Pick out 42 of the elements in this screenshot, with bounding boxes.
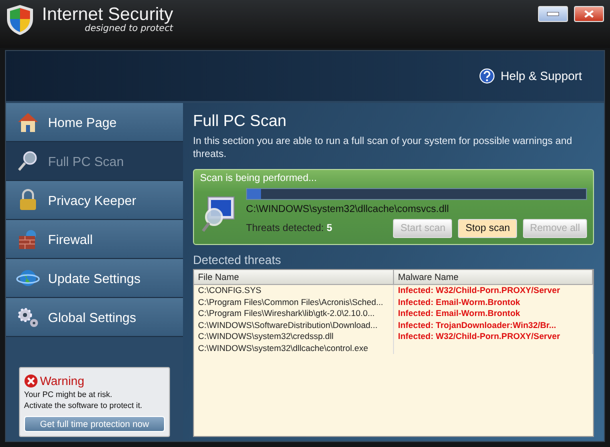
section-description: In this section you are able to run a full scan of your system for possible warnings and threats. (193, 135, 574, 161)
file-cell: C:\Program Files\Common Files\Acronis\Sched... (194, 296, 394, 308)
help-icon (478, 68, 495, 84)
threats-label: Threats detected: 5 (246, 223, 332, 234)
current-file: C:\WINDOWS\system32\dllcache\comsvcs.dll (246, 204, 450, 215)
warning-message: Your PC might be at risk. Activate the software to protect it. (24, 390, 144, 412)
sidebar-item[interactable]: Privacy Keeper (6, 181, 183, 220)
help-link[interactable]: Help & Support (478, 68, 582, 84)
file-cell: C:\WINDOWS\system32\dllcache\control.exe (194, 342, 394, 354)
error-icon (24, 374, 38, 388)
column-header[interactable]: File Name (194, 270, 394, 285)
gears-icon (16, 306, 40, 328)
globe-icon (16, 267, 40, 289)
sidebar-item[interactable]: Home Page (6, 103, 183, 142)
sidebar-item[interactable]: Full PC Scan (6, 142, 183, 181)
threats-title: Detected threats (193, 253, 282, 267)
scan-button[interactable]: Stop scan (458, 219, 517, 238)
scan-status: Scan is being performed... (200, 173, 318, 184)
protection-button[interactable]: Get full time protection now (24, 416, 165, 432)
column-header[interactable]: Malware Name (394, 270, 593, 285)
file-cell: C:\WINDOWS\SoftwareDistribution\Download... (194, 320, 394, 331)
shield-icon (6, 4, 34, 36)
close-button[interactable] (574, 6, 604, 22)
sidebar-item[interactable]: Global Settings (6, 298, 183, 337)
tagline: designed to protect (84, 24, 174, 34)
warning-title: Warning (40, 374, 84, 388)
file-cell: C:\CONFIG.SYS (194, 285, 394, 296)
malware-cell: Infected: TrojanDownloader:Win32/Br... (394, 320, 593, 331)
malware-cell: Infected: W32/Child-Porn.PROXY/Server (394, 331, 593, 342)
house-icon (16, 111, 40, 133)
malware-cell: Infected: Email-Worm.Brontok (394, 296, 593, 308)
sidebar-item[interactable]: Update Settings (6, 259, 183, 298)
minimize-icon (547, 12, 559, 16)
file-cell: C:\Program Files\Wireshark\lib\gtk-2.0\2.10.0... (194, 308, 394, 320)
malware-cell: Infected: W32/Child-Porn.PROXY/Server (394, 285, 593, 296)
close-icon (584, 10, 594, 18)
malware-cell: Infected: Email-Worm.Brontok (394, 308, 593, 320)
window-title: Internet Security (42, 4, 174, 24)
section-title: Full PC Scan (193, 113, 288, 131)
minimize-button[interactable] (538, 6, 568, 22)
file-cell: C:\WINDOWS\system32\credssp.dll (194, 331, 394, 342)
sidebar-item[interactable]: Firewall (6, 220, 183, 259)
